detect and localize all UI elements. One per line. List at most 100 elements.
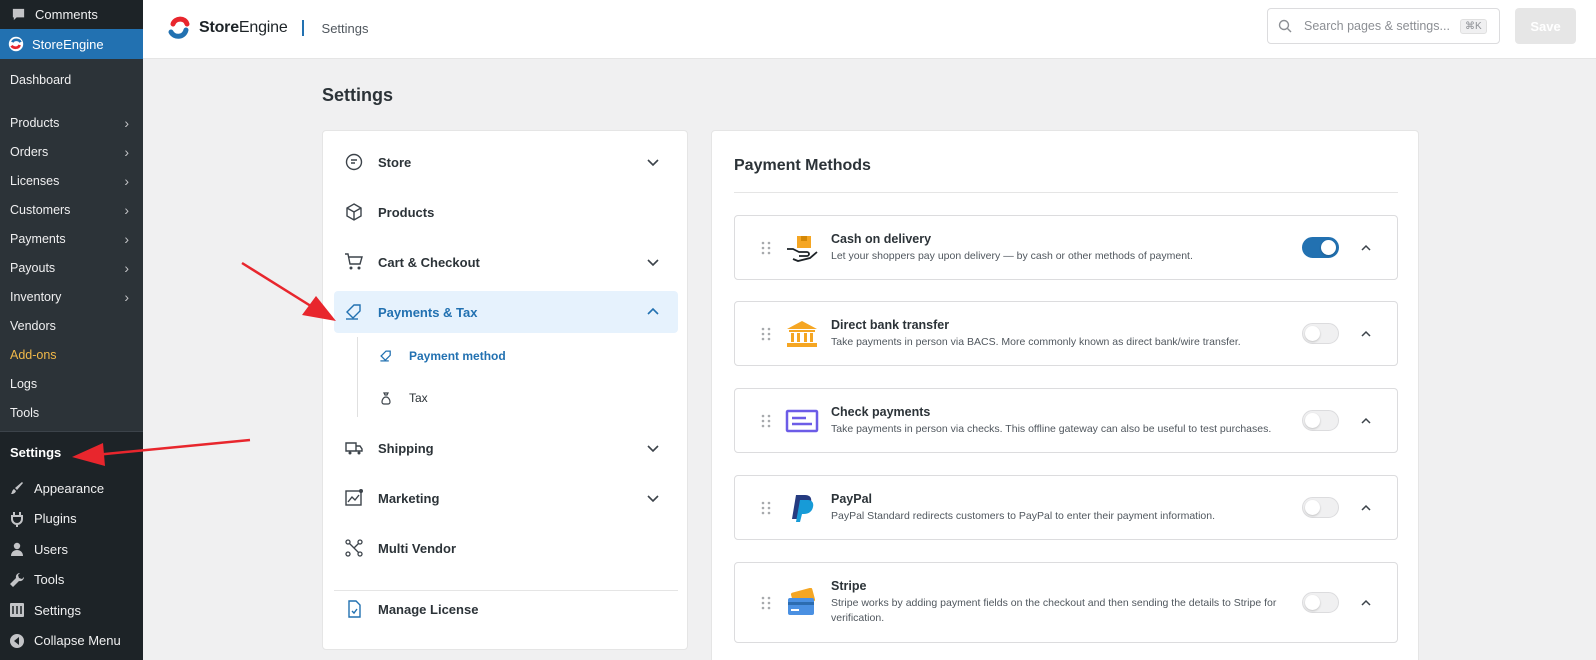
wp-submenu-label: Inventory <box>10 289 62 304</box>
drag-handle-icon[interactable] <box>761 327 771 341</box>
wp-menu-comments[interactable]: Comments <box>0 0 143 29</box>
nav-item-manage-license[interactable]: Manage License <box>334 588 678 630</box>
payment-method-info: Stripe Stripe works by adding payment fi… <box>831 579 1302 626</box>
nav-item-cart-checkout[interactable]: Cart & Checkout <box>334 241 678 283</box>
cash-delivery-icon <box>785 231 819 265</box>
payment-method-description: Let your shoppers pay upon delivery — by… <box>831 249 1193 262</box>
drag-handle-icon[interactable] <box>761 241 771 255</box>
enable-toggle[interactable] <box>1302 237 1339 258</box>
payment-method-card: Cash on delivery Let your shoppers pay u… <box>734 215 1398 280</box>
brand-name-part1: Store <box>199 19 239 36</box>
wp-menu-plugins[interactable]: Plugins <box>0 504 143 535</box>
store-icon <box>344 152 364 172</box>
search-box[interactable]: ⌘K <box>1267 8 1500 44</box>
nav-item-marketing[interactable]: Marketing <box>334 477 678 519</box>
panel-title: Payment Methods <box>734 157 871 174</box>
chevron-up-icon[interactable] <box>1359 596 1373 610</box>
wp-submenu-customers[interactable]: Customers › <box>0 195 143 224</box>
payment-method-info: PayPal PayPal Standard redirects custome… <box>831 492 1302 524</box>
network-icon <box>344 538 364 558</box>
panel-divider <box>734 192 1398 193</box>
payment-method-name: Check payments <box>831 404 931 419</box>
subnav-label: Tax <box>409 391 428 405</box>
payment-method-name: Direct bank transfer <box>831 317 950 332</box>
wp-submenu-label: Add-ons <box>10 347 57 362</box>
save-button[interactable]: Save <box>1515 8 1576 44</box>
wp-menu-label: Appearance <box>34 480 105 496</box>
chevron-down-icon <box>646 491 660 505</box>
wp-menu-storeengine[interactable]: StoreEngine <box>0 29 143 59</box>
comment-icon <box>10 7 26 23</box>
wp-menu-tools[interactable]: Tools <box>0 565 143 596</box>
payment-method-description: PayPal Standard redirects customers to P… <box>831 509 1216 522</box>
wp-menu-label: Tools <box>34 572 65 588</box>
wp-submenu-products[interactable]: Products › <box>0 108 143 137</box>
nav-item-label: Payments & Tax <box>378 304 478 320</box>
nav-item-label: Multi Vendor <box>378 540 456 556</box>
search-input[interactable] <box>1304 19 1454 33</box>
chevron-right-icon: › <box>124 288 129 305</box>
wp-submenu-tools[interactable]: Tools <box>0 398 143 427</box>
wp-menu-label: Plugins <box>34 511 77 527</box>
wp-menu-label: Users <box>34 541 68 557</box>
collapse-icon <box>9 633 25 649</box>
payment-method-description: Take payments in person via BACS. More c… <box>831 335 1241 348</box>
payment-method-name: PayPal <box>831 491 873 506</box>
wp-submenu-logs[interactable]: Logs <box>0 369 143 398</box>
storeengine-logo-icon <box>165 14 193 42</box>
wp-submenu-vendors[interactable]: Vendors <box>0 311 143 340</box>
nav-item-payments-tax[interactable]: Payments & Tax <box>334 291 678 333</box>
chevron-right-icon: › <box>124 172 129 189</box>
wp-submenu-payments[interactable]: Payments › <box>0 224 143 253</box>
wp-submenu-orders[interactable]: Orders › <box>0 137 143 166</box>
nav-item-multi-vendor[interactable]: Multi Vendor <box>334 527 678 569</box>
nav-item-store[interactable]: Store <box>334 141 678 183</box>
chevron-down-icon <box>646 155 660 169</box>
wp-submenu-dashboard[interactable]: Dashboard <box>0 65 143 94</box>
storeengine-logo-icon <box>6 34 26 54</box>
chevron-up-icon[interactable] <box>1359 414 1373 428</box>
wp-submenu-label: Licenses <box>10 173 60 188</box>
wp-menu-appearance[interactable]: Appearance <box>0 473 143 504</box>
chevron-up-icon[interactable] <box>1359 501 1373 515</box>
chevron-up-icon[interactable] <box>1359 241 1373 255</box>
wp-submenu-payouts[interactable]: Payouts › <box>0 253 143 282</box>
nav-item-label: Shipping <box>378 440 434 456</box>
drag-handle-icon[interactable] <box>761 596 771 610</box>
brand: StoreEngine Settings <box>165 14 369 42</box>
subnav-label: Payment method <box>409 349 506 363</box>
wp-menu-settings[interactable]: Settings <box>0 595 143 626</box>
chevron-up-icon <box>646 305 660 319</box>
credit-card-icon <box>785 586 819 620</box>
wp-submenu-label: Vendors <box>10 318 56 333</box>
chevron-up-icon[interactable] <box>1359 327 1373 341</box>
toggle-knob <box>1321 240 1336 255</box>
chevron-right-icon: › <box>124 201 129 218</box>
subnav-tax[interactable]: Tax <box>379 384 428 412</box>
shortcut-badge: ⌘K <box>1460 18 1487 34</box>
payment-method-name: Cash on delivery <box>831 231 932 246</box>
wp-submenu-licenses[interactable]: Licenses › <box>0 166 143 195</box>
wp-submenu-inventory[interactable]: Inventory › <box>0 282 143 311</box>
nav-item-products[interactable]: Products <box>334 191 678 233</box>
enable-toggle[interactable] <box>1302 410 1339 431</box>
chart-icon <box>344 488 364 508</box>
enable-toggle[interactable] <box>1302 497 1339 518</box>
wp-submenu-settings[interactable]: Settings <box>0 431 143 473</box>
enable-toggle[interactable] <box>1302 323 1339 344</box>
drag-handle-icon[interactable] <box>761 501 771 515</box>
wp-admin-sidebar: Comments StoreEngine Dashboard Products ›… <box>0 0 143 660</box>
wp-submenu-label: Dashboard <box>10 72 72 87</box>
chevron-right-icon: › <box>124 114 129 131</box>
nav-item-shipping[interactable]: Shipping <box>334 427 678 469</box>
drag-handle-icon[interactable] <box>761 414 771 428</box>
chevron-down-icon <box>646 441 660 455</box>
wp-submenu-label: Settings <box>10 445 62 460</box>
toggle-knob <box>1305 595 1320 610</box>
wp-submenu-addons[interactable]: Add-ons <box>0 340 143 369</box>
enable-toggle[interactable] <box>1302 592 1339 613</box>
breadcrumb-separator <box>301 20 304 36</box>
wp-menu-collapse[interactable]: Collapse Menu <box>0 626 143 657</box>
wp-menu-users[interactable]: Users <box>0 534 143 565</box>
subnav-payment-method[interactable]: Payment method <box>379 342 506 370</box>
